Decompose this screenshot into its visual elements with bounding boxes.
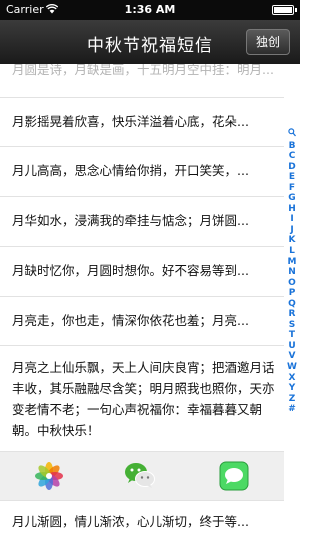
index-letter[interactable]: D — [285, 162, 299, 173]
list-item[interactable]: 月圆是诗，月缺是画，十五明月空中挂：明月... — [0, 64, 284, 98]
status-bar: Carrier 1:36 AM — [0, 0, 300, 20]
section-index[interactable]: B C D E F G H I J K L M N O P Q R S T U … — [285, 128, 299, 415]
index-letter[interactable]: X — [285, 373, 299, 384]
index-letter[interactable]: J — [285, 225, 299, 236]
index-letter[interactable]: O — [285, 278, 299, 289]
list-item[interactable]: 月儿渐圆，情儿渐浓，心儿渐切，终于等... — [0, 501, 284, 533]
index-letter[interactable]: Q — [285, 299, 299, 310]
message-text: 月亮之上仙乐飘，天上人间庆良宵；把酒邀月话丰收，其乐融融尽含笑；明月照我也照你，… — [12, 360, 275, 438]
index-letter[interactable]: I — [285, 214, 299, 225]
message-text: 月圆是诗，月缺是画，十五明月空中挂：明月... — [12, 64, 274, 77]
message-text: 月亮走，你也走，情深你依花也羞；月亮... — [12, 313, 249, 328]
index-letter[interactable]: W — [285, 362, 299, 373]
message-list[interactable]: 月圆是诗，月缺是画，十五明月空中挂：明月... 月影摇晃着欣喜，快乐洋溢着心底，… — [0, 64, 284, 533]
index-letter[interactable]: R — [285, 309, 299, 320]
list-item[interactable]: 月影摇晃着欣喜，快乐洋溢着心底，花朵... — [0, 98, 284, 147]
index-letter[interactable]: S — [285, 320, 299, 331]
index-letter[interactable]: U — [285, 341, 299, 352]
index-letter[interactable]: C — [285, 151, 299, 162]
index-letter[interactable]: Y — [285, 383, 299, 394]
list-item[interactable]: 月儿高高，思念心情给你捎，开口笑笑，... — [0, 147, 284, 197]
navigation-bar: 中秋节祝福短信 独创 — [0, 20, 300, 64]
index-letter[interactable]: L — [285, 246, 299, 257]
index-letter[interactable]: Z — [285, 394, 299, 405]
message-text: 月儿渐圆，情儿渐浓，心儿渐切，终于等... — [12, 514, 249, 529]
list-item[interactable]: 月缺时忆你，月圆时想你。好不容易等到... — [0, 247, 284, 297]
messages-icon[interactable] — [219, 461, 249, 491]
index-letter[interactable]: P — [285, 288, 299, 299]
clock: 1:36 AM — [124, 3, 176, 16]
message-text: 月影摇晃着欣喜，快乐洋溢着心底，花朵... — [12, 114, 249, 129]
index-letter[interactable]: # — [285, 404, 299, 415]
index-letter[interactable]: E — [285, 172, 299, 183]
index-letter[interactable]: M — [285, 257, 299, 268]
list-item[interactable]: 月华如水，浸满我的牵挂与惦念；月饼圆... — [0, 197, 284, 247]
index-search-icon[interactable] — [285, 128, 299, 141]
index-letter[interactable]: B — [285, 141, 299, 152]
index-letter[interactable]: T — [285, 330, 299, 341]
list-item-expanded[interactable]: 月亮之上仙乐飘，天上人间庆良宵；把酒邀月话丰收，其乐融融尽含笑；明月照我也照你，… — [0, 346, 284, 452]
index-letter[interactable]: V — [285, 351, 299, 362]
list-item[interactable]: 月亮走，你也走，情深你依花也羞；月亮... — [0, 297, 284, 346]
message-text: 月缺时忆你，月圆时想你。好不容易等到... — [12, 263, 249, 278]
original-button[interactable]: 独创 — [246, 29, 290, 55]
index-letter[interactable]: N — [285, 267, 299, 278]
share-bar — [0, 452, 284, 501]
photos-app-icon[interactable] — [34, 461, 64, 491]
wechat-icon[interactable] — [124, 461, 156, 491]
message-text: 月华如水，浸满我的牵挂与惦念；月饼圆... — [12, 213, 249, 228]
index-letter[interactable]: H — [285, 204, 299, 215]
message-text: 月儿高高，思念心情给你捎，开口笑笑，... — [12, 163, 249, 178]
index-letter[interactable]: K — [285, 235, 299, 246]
index-letter[interactable]: F — [285, 183, 299, 194]
battery-icon — [272, 5, 297, 15]
index-letter[interactable]: G — [285, 193, 299, 204]
